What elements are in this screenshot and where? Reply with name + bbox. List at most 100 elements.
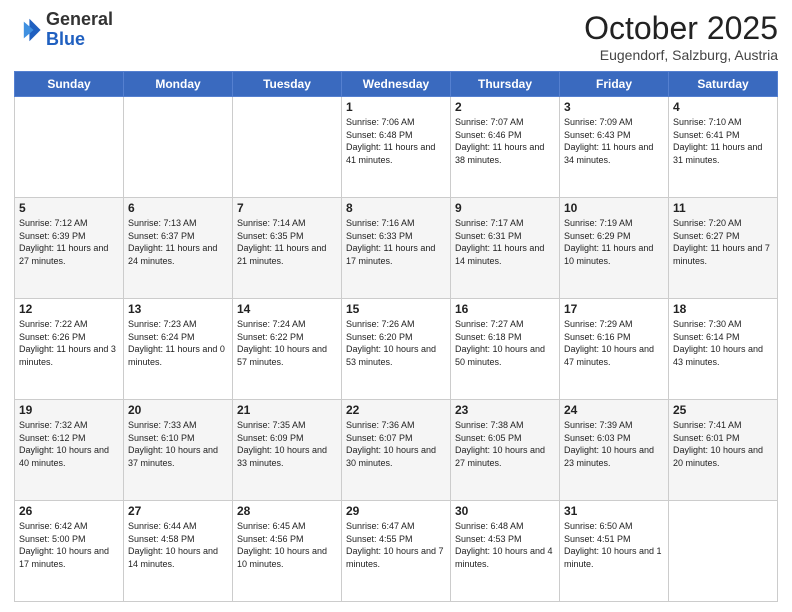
cell-4-0: 26Sunrise: 6:42 AM Sunset: 5:00 PM Dayli… xyxy=(15,501,124,602)
day-info-12: Sunrise: 7:22 AM Sunset: 6:26 PM Dayligh… xyxy=(19,318,119,368)
cell-4-2: 28 Sunrise: 6:45 AM Sunset: 4:56 PM Dayli… xyxy=(233,501,342,602)
cell-3-6: 25 Sunrise: 7:41 AM Sunset: 6:01 PM Dayli… xyxy=(669,400,778,501)
location: Eugendorf, Salzburg, Austria xyxy=(584,47,778,63)
logo-icon xyxy=(14,16,42,44)
day-number-24: 24 xyxy=(564,403,664,417)
cell-0-0 xyxy=(15,97,124,198)
day-info-29: Sunrise: 6:47 AM Sunset: 4:55 PM Dayligh… xyxy=(346,520,446,570)
cell-2-3: 15 Sunrise: 7:26 AM Sunset: 6:20 PM Dayli… xyxy=(342,299,451,400)
logo-blue: Blue xyxy=(46,29,85,49)
day-number-9: 9 xyxy=(455,201,555,215)
col-sunday: Sunday xyxy=(15,72,124,97)
calendar: Sunday Monday Tuesday Wednesday Thursday… xyxy=(14,71,778,602)
day-number-12: 12 xyxy=(19,302,119,316)
day-number-14: 14 xyxy=(237,302,337,316)
cell-0-3: 1 Sunrise: 7:06 AM Sunset: 6:48 PM Daylig… xyxy=(342,97,451,198)
day-number-13: 13 xyxy=(128,302,228,316)
day-number-25: 25 xyxy=(673,403,773,417)
cell-1-0: 5 Sunrise: 7:12 AM Sunset: 6:39 PM Daylig… xyxy=(15,198,124,299)
day-info-5: Sunrise: 7:12 AM Sunset: 6:39 PM Dayligh… xyxy=(19,217,119,267)
day-number-20: 20 xyxy=(128,403,228,417)
day-info-7: Sunrise: 7:14 AM Sunset: 6:35 PM Dayligh… xyxy=(237,217,337,267)
day-info-14: Sunrise: 7:24 AM Sunset: 6:22 PM Dayligh… xyxy=(237,318,337,368)
day-number-8: 8 xyxy=(346,201,446,215)
day-info-17: Sunrise: 7:29 AM Sunset: 6:16 PM Dayligh… xyxy=(564,318,664,368)
day-info-22: Sunrise: 7:36 AM Sunset: 6:07 PM Dayligh… xyxy=(346,419,446,469)
day-number-2: 2 xyxy=(455,100,555,114)
day-info-9: Sunrise: 7:17 AM Sunset: 6:31 PM Dayligh… xyxy=(455,217,555,267)
day-info-31: Sunrise: 6:50 AM Sunset: 4:51 PM Dayligh… xyxy=(564,520,664,570)
day-info-21: Sunrise: 7:35 AM Sunset: 6:09 PM Dayligh… xyxy=(237,419,337,469)
cell-1-5: 10Sunrise: 7:19 AM Sunset: 6:29 PM Dayli… xyxy=(560,198,669,299)
header: General Blue October 2025 Eugendorf, Sal… xyxy=(14,10,778,63)
day-number-30: 30 xyxy=(455,504,555,518)
cell-1-3: 8 Sunrise: 7:16 AM Sunset: 6:33 PM Daylig… xyxy=(342,198,451,299)
day-info-13: Sunrise: 7:23 AM Sunset: 6:24 PM Dayligh… xyxy=(128,318,228,368)
day-info-2: Sunrise: 7:07 AM Sunset: 6:46 PM Dayligh… xyxy=(455,116,555,166)
week-row-2: 12 Sunrise: 7:22 AM Sunset: 6:26 PM Dayli… xyxy=(15,299,778,400)
day-number-18: 18 xyxy=(673,302,773,316)
day-info-1: Sunrise: 7:06 AM Sunset: 6:48 PM Dayligh… xyxy=(346,116,446,166)
day-number-5: 5 xyxy=(19,201,119,215)
day-info-16: Sunrise: 7:27 AM Sunset: 6:18 PM Dayligh… xyxy=(455,318,555,368)
day-info-15: Sunrise: 7:26 AM Sunset: 6:20 PM Dayligh… xyxy=(346,318,446,368)
cell-2-2: 14 Sunrise: 7:24 AM Sunset: 6:22 PM Dayli… xyxy=(233,299,342,400)
cell-4-1: 27Sunrise: 6:44 AM Sunset: 4:58 PM Dayli… xyxy=(124,501,233,602)
day-info-11: Sunrise: 7:20 AM Sunset: 6:27 PM Dayligh… xyxy=(673,217,773,267)
week-row-1: 5 Sunrise: 7:12 AM Sunset: 6:39 PM Daylig… xyxy=(15,198,778,299)
month-title: October 2025 xyxy=(584,10,778,47)
day-info-6: Sunrise: 7:13 AM Sunset: 6:37 PM Dayligh… xyxy=(128,217,228,267)
day-number-15: 15 xyxy=(346,302,446,316)
day-number-29: 29 xyxy=(346,504,446,518)
day-number-17: 17 xyxy=(564,302,664,316)
cell-3-1: 20Sunrise: 7:33 AM Sunset: 6:10 PM Dayli… xyxy=(124,400,233,501)
day-info-10: Sunrise: 7:19 AM Sunset: 6:29 PM Dayligh… xyxy=(564,217,664,267)
cell-1-2: 7Sunrise: 7:14 AM Sunset: 6:35 PM Daylig… xyxy=(233,198,342,299)
cell-4-5: 31 Sunrise: 6:50 AM Sunset: 4:51 PM Dayli… xyxy=(560,501,669,602)
week-row-0: 1 Sunrise: 7:06 AM Sunset: 6:48 PM Daylig… xyxy=(15,97,778,198)
day-number-28: 28 xyxy=(237,504,337,518)
day-number-27: 27 xyxy=(128,504,228,518)
logo-general: General xyxy=(46,9,113,29)
cell-1-4: 9 Sunrise: 7:17 AM Sunset: 6:31 PM Daylig… xyxy=(451,198,560,299)
cell-1-1: 6Sunrise: 7:13 AM Sunset: 6:37 PM Daylig… xyxy=(124,198,233,299)
cell-0-2 xyxy=(233,97,342,198)
cell-3-5: 24 Sunrise: 7:39 AM Sunset: 6:03 PM Dayli… xyxy=(560,400,669,501)
col-saturday: Saturday xyxy=(669,72,778,97)
calendar-header-row: Sunday Monday Tuesday Wednesday Thursday… xyxy=(15,72,778,97)
page: General Blue October 2025 Eugendorf, Sal… xyxy=(0,0,792,612)
col-wednesday: Wednesday xyxy=(342,72,451,97)
day-info-28: Sunrise: 6:45 AM Sunset: 4:56 PM Dayligh… xyxy=(237,520,337,570)
cell-0-5: 3Sunrise: 7:09 AM Sunset: 6:43 PM Daylig… xyxy=(560,97,669,198)
day-number-31: 31 xyxy=(564,504,664,518)
cell-0-4: 2 Sunrise: 7:07 AM Sunset: 6:46 PM Daylig… xyxy=(451,97,560,198)
day-number-3: 3 xyxy=(564,100,664,114)
cell-4-6 xyxy=(669,501,778,602)
cell-3-4: 23Sunrise: 7:38 AM Sunset: 6:05 PM Dayli… xyxy=(451,400,560,501)
day-info-18: Sunrise: 7:30 AM Sunset: 6:14 PM Dayligh… xyxy=(673,318,773,368)
day-info-26: Sunrise: 6:42 AM Sunset: 5:00 PM Dayligh… xyxy=(19,520,119,570)
col-friday: Friday xyxy=(560,72,669,97)
day-info-4: Sunrise: 7:10 AM Sunset: 6:41 PM Dayligh… xyxy=(673,116,773,166)
day-info-25: Sunrise: 7:41 AM Sunset: 6:01 PM Dayligh… xyxy=(673,419,773,469)
day-info-24: Sunrise: 7:39 AM Sunset: 6:03 PM Dayligh… xyxy=(564,419,664,469)
day-number-1: 1 xyxy=(346,100,446,114)
day-info-8: Sunrise: 7:16 AM Sunset: 6:33 PM Dayligh… xyxy=(346,217,446,267)
day-info-30: Sunrise: 6:48 AM Sunset: 4:53 PM Dayligh… xyxy=(455,520,555,570)
cell-2-6: 18 Sunrise: 7:30 AM Sunset: 6:14 PM Dayli… xyxy=(669,299,778,400)
day-number-11: 11 xyxy=(673,201,773,215)
day-number-21: 21 xyxy=(237,403,337,417)
logo-text: General Blue xyxy=(46,10,113,50)
cell-4-4: 30 Sunrise: 6:48 AM Sunset: 4:53 PM Dayli… xyxy=(451,501,560,602)
logo: General Blue xyxy=(14,10,113,50)
day-number-16: 16 xyxy=(455,302,555,316)
day-number-23: 23 xyxy=(455,403,555,417)
week-row-4: 26Sunrise: 6:42 AM Sunset: 5:00 PM Dayli… xyxy=(15,501,778,602)
cell-0-1 xyxy=(124,97,233,198)
day-number-22: 22 xyxy=(346,403,446,417)
cell-3-2: 21 Sunrise: 7:35 AM Sunset: 6:09 PM Dayli… xyxy=(233,400,342,501)
day-number-4: 4 xyxy=(673,100,773,114)
cell-3-3: 22 Sunrise: 7:36 AM Sunset: 6:07 PM Dayli… xyxy=(342,400,451,501)
cell-2-1: 13 Sunrise: 7:23 AM Sunset: 6:24 PM Dayli… xyxy=(124,299,233,400)
col-monday: Monday xyxy=(124,72,233,97)
